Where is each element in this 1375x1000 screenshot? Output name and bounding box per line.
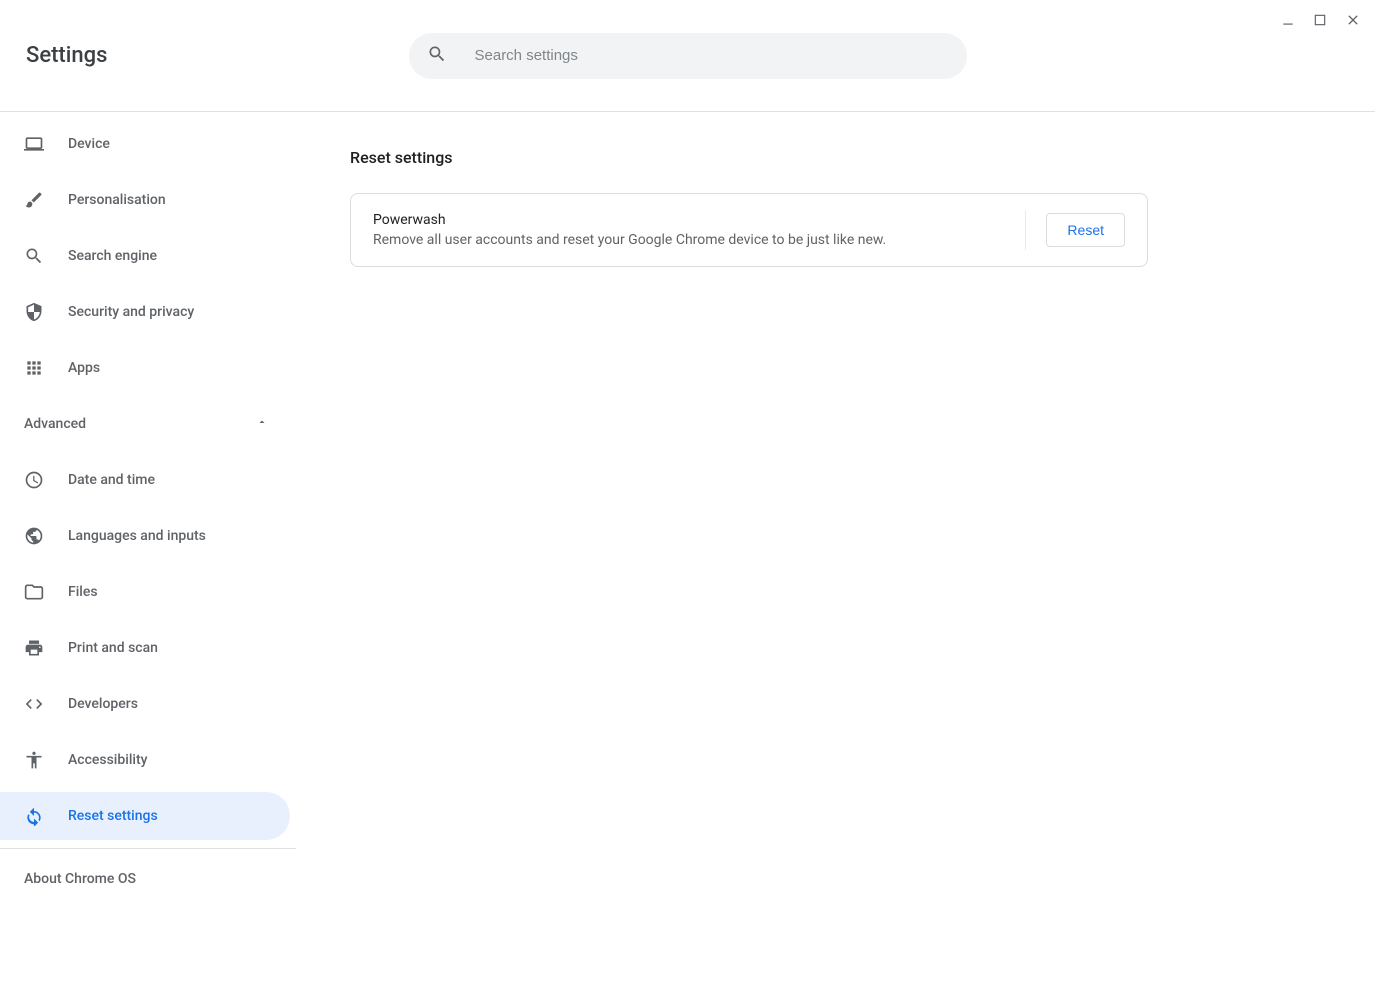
sidebar-item-security[interactable]: Security and privacy [0, 288, 296, 336]
sidebar-item-label: Reset settings [68, 808, 158, 824]
sidebar-item-about[interactable]: About Chrome OS [0, 857, 296, 901]
search-field[interactable] [409, 33, 967, 79]
sidebar: Device Personalisation Search engine Sec… [0, 112, 296, 1000]
reset-icon [24, 806, 44, 826]
sidebar-item-label: Date and time [68, 472, 155, 488]
accessibility-icon [24, 750, 44, 770]
sidebar-item-languages[interactable]: Languages and inputs [0, 512, 296, 560]
globe-icon [24, 526, 44, 546]
shield-icon [24, 302, 44, 322]
sidebar-item-label: Developers [68, 696, 138, 712]
apps-grid-icon [24, 358, 44, 378]
powerwash-card: Powerwash Remove all user accounts and r… [350, 193, 1148, 267]
sidebar-item-apps[interactable]: Apps [0, 344, 296, 392]
about-label: About Chrome OS [24, 871, 136, 887]
sidebar-item-accessibility[interactable]: Accessibility [0, 736, 296, 784]
sidebar-item-label: Files [68, 584, 98, 600]
sidebar-item-reset-settings[interactable]: Reset settings [0, 792, 290, 840]
sidebar-advanced-toggle[interactable]: Advanced [0, 400, 296, 448]
main-content: Reset settings Powerwash Remove all user… [296, 112, 1375, 1000]
section-title: Reset settings [350, 148, 1148, 167]
folder-icon [24, 582, 44, 602]
sidebar-item-print[interactable]: Print and scan [0, 624, 296, 672]
sidebar-item-personalisation[interactable]: Personalisation [0, 176, 296, 224]
powerwash-title: Powerwash [373, 212, 1005, 228]
sidebar-item-date-time[interactable]: Date and time [0, 456, 296, 504]
app-header: Settings [0, 0, 1375, 112]
powerwash-description: Remove all user accounts and reset your … [373, 232, 1005, 248]
search-input[interactable] [475, 47, 949, 64]
sidebar-divider [0, 848, 296, 849]
clock-icon [24, 470, 44, 490]
search-icon [427, 44, 447, 68]
brush-icon [24, 190, 44, 210]
sidebar-item-label: Personalisation [68, 192, 166, 208]
sidebar-item-label: Security and privacy [68, 304, 194, 320]
card-divider [1025, 210, 1026, 250]
reset-button[interactable]: Reset [1046, 213, 1125, 247]
laptop-icon [24, 134, 44, 154]
code-icon [24, 694, 44, 714]
sidebar-item-label: Search engine [68, 248, 157, 264]
page-title: Settings [26, 43, 107, 68]
search-icon [24, 246, 44, 266]
chevron-up-icon [256, 416, 268, 432]
sidebar-item-files[interactable]: Files [0, 568, 296, 616]
sidebar-item-label: Apps [68, 360, 100, 376]
sidebar-item-label: Device [68, 136, 110, 152]
advanced-label: Advanced [24, 416, 86, 432]
sidebar-item-label: Languages and inputs [68, 528, 206, 544]
printer-icon [24, 638, 44, 658]
sidebar-item-device[interactable]: Device [0, 120, 296, 168]
sidebar-item-label: Accessibility [68, 752, 147, 768]
sidebar-item-label: Print and scan [68, 640, 158, 656]
sidebar-item-search-engine[interactable]: Search engine [0, 232, 296, 280]
sidebar-item-developers[interactable]: Developers [0, 680, 296, 728]
